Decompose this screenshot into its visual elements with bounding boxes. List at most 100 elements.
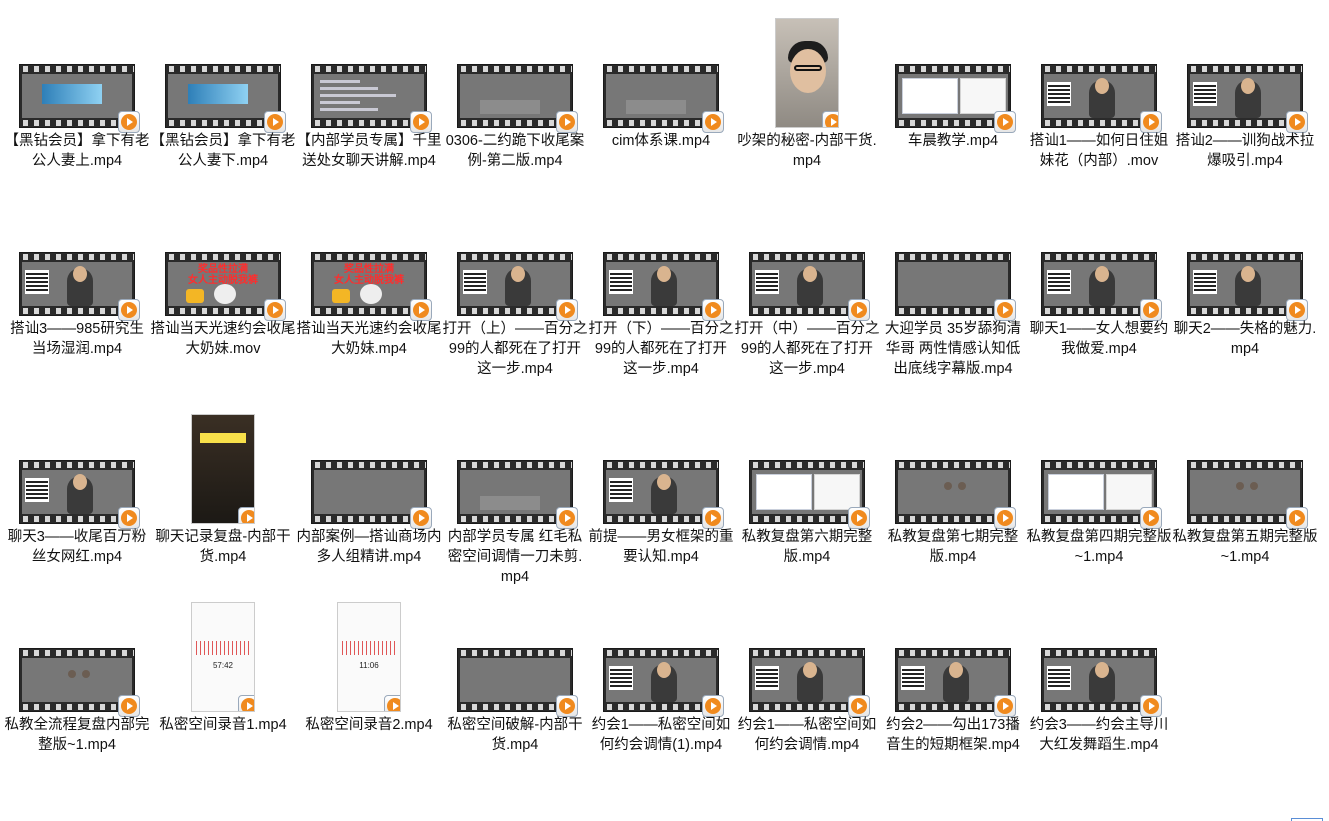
video-thumbnail[interactable]: [457, 252, 578, 321]
play-icon: [1140, 111, 1162, 133]
video-thumbnail[interactable]: [191, 414, 255, 524]
thumbnail-image: [1044, 262, 1154, 306]
video-thumbnail[interactable]: [895, 648, 1016, 717]
video-thumbnail[interactable]: [895, 64, 1016, 133]
thumbnail-image: [460, 658, 570, 702]
video-thumbnail[interactable]: 奖品性拉满 女人主动脱我裤: [311, 252, 432, 321]
thumbnail-image: [606, 470, 716, 514]
play-icon: [410, 111, 432, 133]
thumbnail-image: [168, 74, 278, 118]
video-thumbnail[interactable]: [895, 252, 1016, 321]
file-name: 私密空间破解-内部干货.mp4: [447, 717, 583, 753]
video-thumbnail[interactable]: [1187, 460, 1308, 529]
recording-timer: 57:42: [212, 661, 234, 670]
video-thumbnail[interactable]: [311, 64, 432, 133]
play-icon: [848, 507, 870, 529]
video-thumbnail[interactable]: [457, 460, 578, 529]
play-icon: [264, 299, 286, 321]
video-thumbnail[interactable]: [1041, 460, 1162, 529]
file-name: 私教复盘第五期完整版~1.mp4: [1172, 529, 1318, 565]
video-thumbnail[interactable]: [19, 460, 140, 529]
file-name: 私密空间录音1.mp4: [159, 717, 287, 733]
play-icon: [118, 695, 140, 717]
thumbnail-caption: 奖品性拉满 女人主动脱我裤: [188, 264, 258, 286]
play-icon: [994, 111, 1016, 133]
play-icon: [702, 507, 724, 529]
play-icon: [1140, 507, 1162, 529]
thumbnail-image: [1044, 470, 1154, 514]
play-icon: [994, 695, 1016, 717]
video-thumbnail[interactable]: [603, 460, 724, 529]
thumbnail-image: [752, 658, 862, 702]
video-thumbnail[interactable]: [775, 18, 839, 128]
video-thumbnail[interactable]: [1041, 252, 1162, 321]
thumbnail-image: [752, 262, 862, 306]
file-name: 聊天3——收尾百万粉丝女网红.mp4: [7, 529, 147, 565]
file-name: 内部案例—搭讪商场内多人组精讲.mp4: [296, 529, 442, 565]
file-name: 约会2——勾出173播音生的短期框架.mp4: [886, 717, 1020, 753]
thumbnail-image: [1044, 74, 1154, 118]
play-icon: [238, 695, 254, 711]
video-thumbnail[interactable]: [603, 252, 724, 321]
file-name: 私密空间录音2.mp4: [305, 717, 433, 733]
thumbnail-image: [22, 658, 132, 702]
thumbnail-image: [1190, 470, 1300, 514]
file-name: 前提——男女框架的重要认知.mp4: [588, 529, 734, 565]
file-name: 【黑钻会员】拿下有老公人妻上.mp4: [4, 133, 150, 169]
file-name: 约会1——私密空间如何约会调情(1).mp4: [591, 717, 731, 753]
video-thumbnail[interactable]: [1187, 252, 1308, 321]
video-thumbnail[interactable]: 奖品性拉满 女人主动脱我裤: [165, 252, 286, 321]
thumbnail-image: [314, 470, 424, 514]
file-name: 吵架的秘密-内部干货.mp4: [737, 133, 877, 169]
video-thumbnail[interactable]: 11:06: [337, 602, 401, 712]
file-name: 搭讪1——如何日住姐妹花（内部）.mov: [1029, 133, 1169, 169]
play-icon: [702, 111, 724, 133]
video-thumbnail[interactable]: [895, 460, 1016, 529]
video-thumbnail[interactable]: [19, 648, 140, 717]
play-icon: [556, 299, 578, 321]
video-thumbnail[interactable]: [19, 64, 140, 133]
play-icon: [848, 299, 870, 321]
file-grid: 【黑钻会员】拿下有老公人妻上.mp4 【黑钻会员】拿下有老公人妻下.mp4 【内部学…: [0, 0, 1329, 821]
play-icon: [556, 111, 578, 133]
video-thumbnail[interactable]: [1041, 648, 1162, 717]
video-thumbnail[interactable]: [749, 648, 870, 717]
video-thumbnail[interactable]: [457, 648, 578, 717]
thumbnail-image: [22, 74, 132, 118]
file-name: 内部学员专属 红毛私密空间调情一刀未剪.mp4: [447, 529, 583, 585]
thumbnail-image: [898, 262, 1008, 306]
video-thumbnail[interactable]: [749, 252, 870, 321]
play-icon: [994, 299, 1016, 321]
video-thumbnail[interactable]: [19, 252, 140, 321]
file-name: 搭讪2——训狗战术拉爆吸引.mp4: [1175, 133, 1315, 169]
play-icon: [1140, 299, 1162, 321]
play-icon: [264, 111, 286, 133]
thumbnail-image: [1190, 74, 1300, 118]
video-thumbnail[interactable]: [165, 64, 286, 133]
play-icon: [1286, 299, 1308, 321]
video-thumbnail[interactable]: [603, 64, 724, 133]
play-icon: [238, 507, 254, 523]
thumbnail-image: 奖品性拉满 女人主动脱我裤: [168, 262, 278, 306]
thumbnail-image: [22, 262, 132, 306]
video-thumbnail[interactable]: [603, 648, 724, 717]
play-icon: [994, 507, 1016, 529]
file-name: 车晨教学.mp4: [907, 133, 999, 149]
thumbnail-image: [1190, 262, 1300, 306]
video-thumbnail[interactable]: 57:42: [191, 602, 255, 712]
file-name: 打开（中）——百分之99的人都死在了打开这一步.mp4: [734, 321, 880, 377]
thumbnail-image: [752, 470, 862, 514]
play-icon: [556, 695, 578, 717]
play-icon: [556, 507, 578, 529]
play-icon: [118, 507, 140, 529]
video-thumbnail[interactable]: [1041, 64, 1162, 133]
file-name: 私教全流程复盘内部完整版~1.mp4: [4, 717, 150, 753]
thumbnail-image: [460, 74, 570, 118]
video-thumbnail[interactable]: [1187, 64, 1308, 133]
video-thumbnail[interactable]: [749, 460, 870, 529]
play-icon: [1140, 695, 1162, 717]
thumbnail-image: [606, 74, 716, 118]
file-name: 聊天记录复盘-内部干货.mp4: [155, 529, 291, 565]
video-thumbnail[interactable]: [311, 460, 432, 529]
video-thumbnail[interactable]: [457, 64, 578, 133]
